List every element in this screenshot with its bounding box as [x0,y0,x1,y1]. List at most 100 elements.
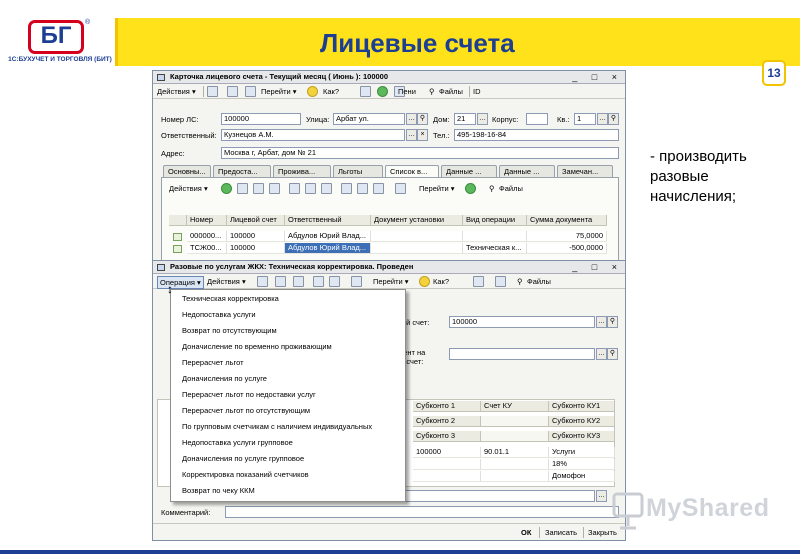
search-icon[interactable]: ⚲ [608,113,619,125]
menu-item[interactable]: Доначисления по услуге групповое [182,453,304,464]
goto-menu-button[interactable]: Перейти ▾ [261,86,297,97]
movements-icon[interactable] [329,276,340,287]
table-cell[interactable]: 75,0000 [527,231,607,242]
paperclip-icon[interactable]: ⚲ [429,86,435,97]
save-button[interactable]: Записать [545,528,577,538]
edit-icon[interactable] [253,183,264,194]
menu-item[interactable]: Перерасчет льгот [182,357,244,368]
id-button[interactable]: ID [473,86,481,97]
table-cell[interactable]: Техническая к... [463,243,527,254]
menu-item[interactable]: Перерасчет льгот по недоставки услуг [182,389,316,400]
settings-icon[interactable] [395,183,406,194]
how-button[interactable]: Как? [323,86,339,97]
extra-select-button[interactable]: … [596,490,607,502]
table-cell[interactable]: 100000 [227,243,285,254]
copy-icon[interactable] [293,276,304,287]
inner-goto-menu-button[interactable]: Перейти ▾ [419,183,455,194]
penalties-button[interactable]: Пени [398,86,416,97]
ok-button[interactable]: ОК [521,528,531,538]
paperclip-icon[interactable]: ⚲ [489,183,495,194]
list-icon[interactable] [360,86,371,97]
copy-icon[interactable] [237,183,248,194]
menu-item[interactable]: Недопоставка услуги групповое [182,437,293,448]
table-header[interactable]: Ответственный [285,215,371,226]
table-header[interactable]: Сумма документа [527,215,607,226]
comment-field[interactable] [225,506,619,518]
paperclip-icon[interactable]: ⚲ [517,276,523,287]
table-cell[interactable]: 100000 [227,231,285,242]
goto-menu-button[interactable]: Перейти ▾ [373,276,409,287]
table-cell-selected[interactable]: Абдулов Юрий Влад... [285,243,371,254]
table-cell[interactable] [481,471,549,482]
filter-icon[interactable] [321,183,332,194]
tab-benefits[interactable]: Льготы [333,165,383,177]
table-header[interactable]: Счет КУ [481,401,549,412]
menu-item[interactable]: Возврат по отсутствующим [182,325,277,336]
kv-select-button[interactable]: … [597,113,608,125]
table-cell[interactable] [413,471,481,482]
table-header[interactable]: Номер [187,215,227,226]
dt-kt-icon[interactable] [473,276,484,287]
table-cell[interactable] [413,459,481,470]
table-header[interactable]: Лицевой счет [227,215,285,226]
inner-files-button[interactable]: Файлы [499,183,523,194]
table-header[interactable]: Субконто 3 [413,431,481,442]
table-cell[interactable] [481,459,549,470]
address-field[interactable]: Москва г, Арбат, дом № 21 [221,147,619,159]
save-icon[interactable] [257,276,268,287]
window-controls[interactable]: _ □ × [572,71,623,83]
table-header[interactable]: Документ установки [371,215,463,226]
menu-item[interactable]: Перерасчет льгот по отсутствующим [182,405,310,416]
house-field[interactable]: 21 [454,113,476,125]
actions-menu-button[interactable]: Действия ▾ [207,276,246,287]
settings-icon[interactable] [351,276,362,287]
menu-item[interactable]: Возврат по чеку ККМ [182,485,255,496]
responsible-select-button[interactable]: … [406,129,417,141]
table-cell[interactable]: 90.01.1 [481,447,549,458]
filter-icon[interactable] [373,183,384,194]
table-cell[interactable]: -500,0000 [527,243,607,254]
search-icon[interactable]: ⚲ [607,316,618,328]
table-cell[interactable] [463,231,527,242]
tab-residents[interactable]: Прожива... [273,165,331,177]
table-cell[interactable] [371,243,463,254]
street-field[interactable]: Арбат ул. [333,113,405,125]
operation-menu-button[interactable]: Операция ▾ [157,276,204,289]
recalc-icon[interactable] [377,86,388,97]
base-doc-field[interactable] [449,348,595,360]
clear-icon[interactable]: × [417,129,428,141]
table-cell[interactable]: Абдулов Юрий Влад... [285,231,371,242]
house-select-button[interactable]: … [477,113,488,125]
base-doc-select-button[interactable]: … [596,348,607,360]
delete-icon[interactable] [269,183,280,194]
table-cell[interactable]: Домофон [549,471,615,482]
window-controls[interactable]: _ □ × [572,261,623,273]
inner-actions-menu-button[interactable]: Действия ▾ [169,183,208,194]
files-button[interactable]: Файлы [439,86,463,97]
table-cell[interactable]: ТСЖ00... [187,243,227,254]
kv-field[interactable]: 1 [574,113,596,125]
add-icon[interactable] [221,183,232,194]
refresh-icon[interactable] [289,183,300,194]
phone-field[interactable]: 495-198-16-84 [454,129,619,141]
help-icon[interactable] [307,86,318,97]
menu-item[interactable]: Доначисления по услуге [182,373,267,384]
filter-icon[interactable] [341,183,352,194]
save-icon[interactable] [207,86,218,97]
filter-icon[interactable] [357,183,368,194]
tab-main[interactable]: Основны... [163,165,211,177]
tab-doc-list[interactable]: Список в... [385,165,439,177]
table-header[interactable]: Субконто КУ1 [549,401,615,412]
menu-item[interactable]: По групповым счетчикам с наличием индиви… [182,421,372,432]
table-cell[interactable]: 18% [549,459,615,470]
table-header[interactable]: Субконто 2 [413,416,481,427]
tab-services[interactable]: Предоста... [213,165,271,177]
copy-icon[interactable] [245,86,256,97]
menu-item[interactable]: Корректировка показаний счетчиков [182,469,309,480]
account-field[interactable]: 100000 [449,316,595,328]
table-cell[interactable] [371,231,463,242]
table-header[interactable]: Субконто КУ2 [549,416,615,427]
files-button[interactable]: Файлы [527,276,551,287]
korpus-field[interactable] [526,113,548,125]
table-cell[interactable]: 000000... [187,231,227,242]
